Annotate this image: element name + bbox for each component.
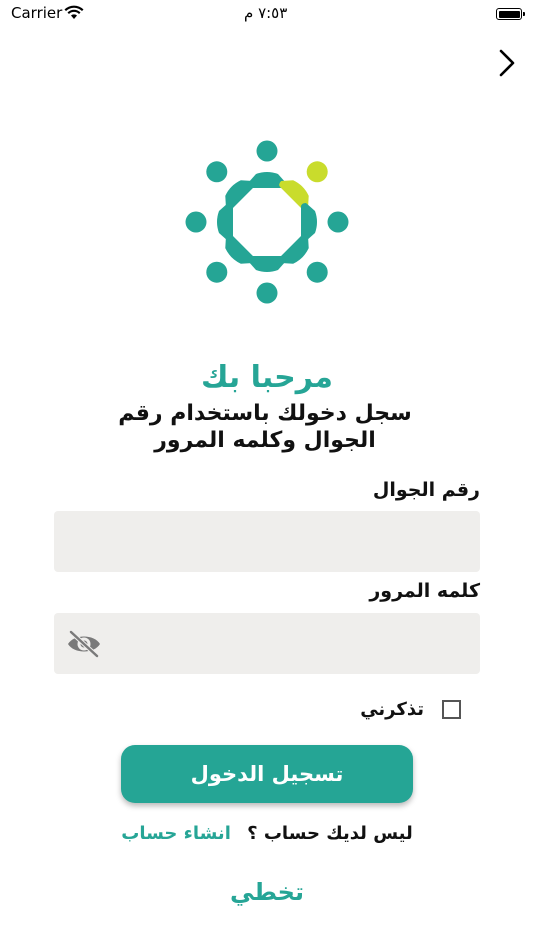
phone-input[interactable] xyxy=(54,511,480,572)
logo-person xyxy=(248,140,286,188)
signup-row: ليس لديك حساب ؟ انشاء حساب xyxy=(0,823,534,844)
skip-link[interactable]: تخطي xyxy=(0,878,534,906)
welcome-subtitle: سجل دخولك باستخدام رقم الجوال وكلمه المر… xyxy=(118,401,412,453)
clock: ٧:٥٣ م xyxy=(244,4,288,22)
login-button[interactable]: تسجيل الدخول xyxy=(121,745,413,803)
logo-person xyxy=(279,234,328,283)
remember-me-row: تذكرني xyxy=(360,699,461,720)
no-account-text: ليس لديك حساب ؟ xyxy=(247,823,413,844)
logo-person xyxy=(248,256,286,304)
people-circle-logo xyxy=(185,140,349,304)
password-input[interactable] xyxy=(54,613,480,674)
remember-checkbox[interactable] xyxy=(442,700,461,719)
battery-icon xyxy=(496,8,525,20)
logo-person xyxy=(206,234,255,283)
status-bar: Carrier ٧:٥٣ م xyxy=(0,0,534,30)
wifi-icon xyxy=(64,5,84,19)
chevron-right-icon[interactable] xyxy=(490,46,522,80)
carrier-label: Carrier xyxy=(11,4,63,22)
logo-person xyxy=(206,161,255,210)
welcome-title: مرحبا بك xyxy=(200,360,333,395)
create-account-link[interactable]: انشاء حساب xyxy=(121,823,231,844)
remember-label: تذكرني xyxy=(360,699,424,720)
logo-person xyxy=(279,161,328,210)
eye-off-icon[interactable] xyxy=(66,629,102,659)
password-label: كلمه المرور xyxy=(369,580,480,602)
logo-person xyxy=(301,203,349,241)
phone-label: رقم الجوال xyxy=(372,479,480,501)
logo-person xyxy=(185,203,233,241)
